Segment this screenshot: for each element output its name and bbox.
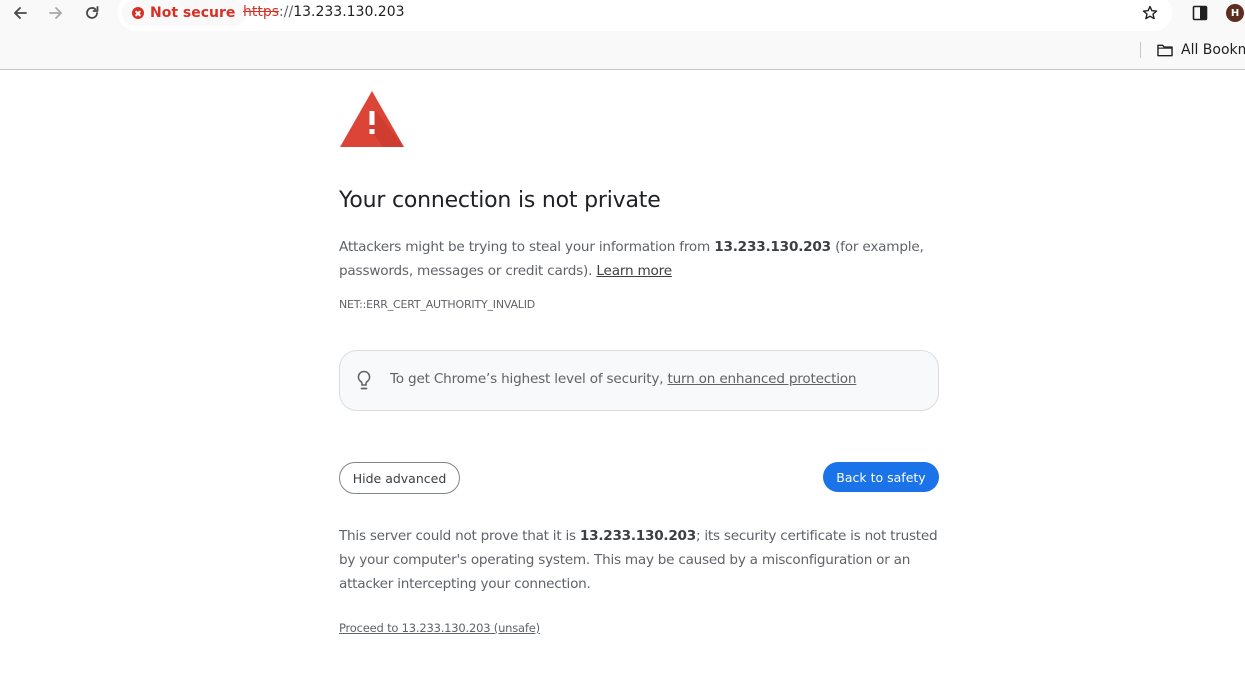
url-scheme: https [243, 4, 280, 20]
arrow-left-icon [14, 7, 27, 19]
error-circle-icon [132, 7, 144, 19]
page-title: Your connection is not private [339, 188, 661, 213]
enhanced-protection-prefix: To get Chrome’s highest level of securit… [390, 371, 668, 387]
details-prefix: This server could not prove that it is [339, 528, 580, 544]
all-bookmarks-label: All Bookmarks [1181, 42, 1245, 58]
enhanced-protection-promo: To get Chrome’s highest level of securit… [339, 350, 939, 411]
folder-icon [1157, 44, 1173, 56]
proceed-unsafe-link[interactable]: Proceed to 13.233.130.203 (unsafe) [339, 621, 540, 635]
explanation-text: Attackers might be trying to steal your … [339, 235, 939, 283]
enhanced-protection-link[interactable]: turn on enhanced protection [667, 371, 856, 387]
learn-more-link[interactable]: Learn more [596, 263, 672, 279]
reload-button[interactable] [80, 2, 104, 24]
url-host: 13.233.130.203 [293, 4, 405, 20]
reload-icon [86, 6, 99, 19]
side-panel-button[interactable] [1188, 2, 1212, 24]
all-bookmarks-folder[interactable]: All Bookmarks [1156, 40, 1245, 60]
bookmark-star-button[interactable] [1138, 2, 1162, 24]
star-icon [1142, 5, 1158, 20]
back-to-safety-button[interactable]: Back to safety [823, 462, 939, 492]
bookmarks-divider [1140, 42, 1141, 58]
side-panel-icon [1192, 5, 1208, 21]
lightbulb-icon [357, 370, 371, 390]
back-button[interactable] [8, 2, 32, 24]
url-separator: :// [279, 4, 294, 20]
url-text[interactable]: https://13.233.130.203 [243, 4, 405, 20]
warning-triangle-icon [340, 91, 404, 147]
security-status-chip[interactable]: Not secure [122, 0, 248, 26]
explanation-host: 13.233.130.203 [714, 239, 831, 255]
security-status-label: Not secure [150, 5, 236, 21]
details-host: 13.233.130.203 [579, 528, 696, 544]
error-code: NET::ERR_CERT_AUTHORITY_INVALID [339, 298, 536, 311]
browser-toolbar: Not secure https://13.233.130.203 H All … [0, 0, 1245, 70]
forward-button[interactable] [44, 2, 68, 24]
profile-avatar[interactable]: H [1226, 4, 1244, 22]
arrow-right-icon [49, 7, 62, 19]
hide-advanced-button[interactable]: Hide advanced [339, 462, 460, 494]
advanced-details-text: This server could not prove that it is 1… [339, 524, 949, 596]
address-bar[interactable]: Not secure https://13.233.130.203 [118, 0, 1172, 31]
explanation-prefix: Attackers might be trying to steal your … [339, 239, 715, 255]
enhanced-protection-text: To get Chrome’s highest level of securit… [390, 371, 857, 387]
